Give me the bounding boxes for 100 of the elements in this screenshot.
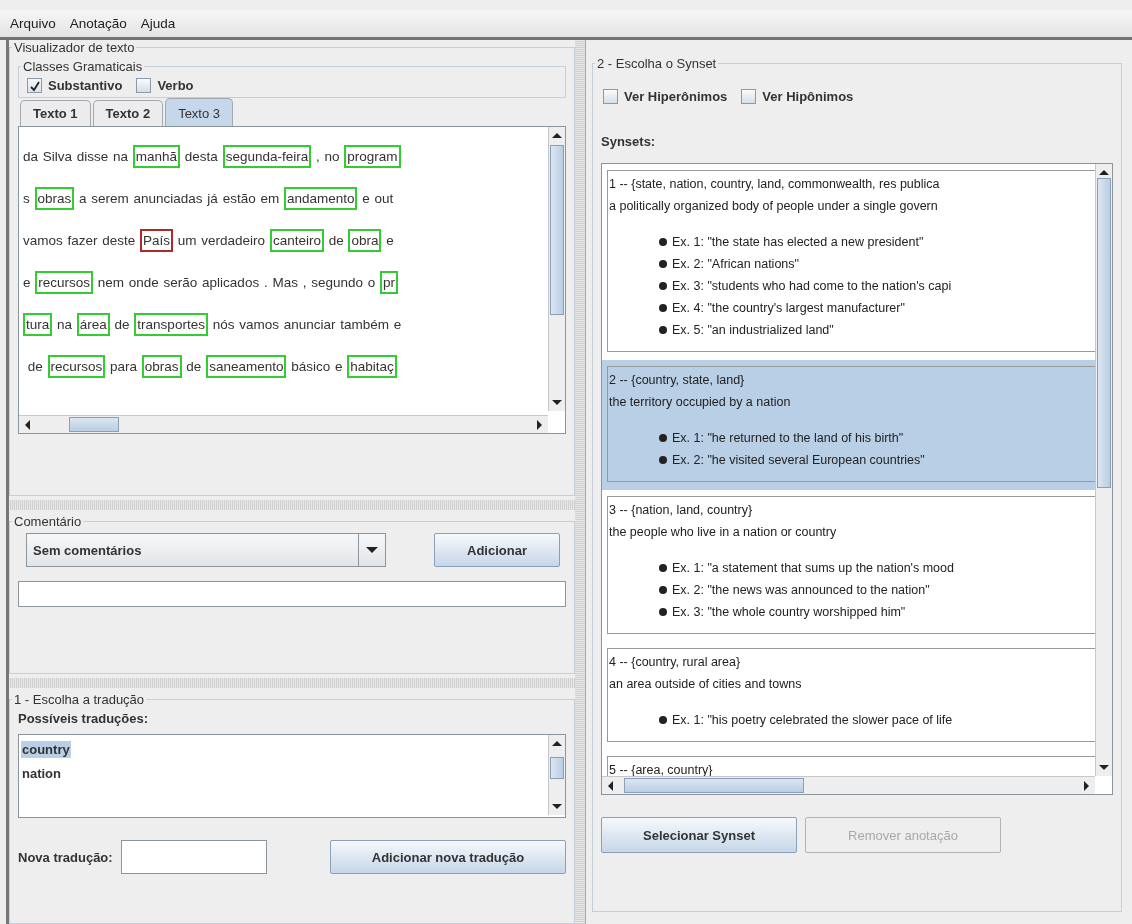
text-span: e [23,274,32,290]
tab[interactable]: Texto 3 [165,98,234,126]
text-span: nem onde serão aplicados . Mas , segundo o [96,274,377,290]
text-span: da Silva disse na [23,148,130,164]
tagged-word[interactable]: área [76,312,110,336]
example-text: Ex. 5: "an industrialized land" [672,323,834,337]
synset-card[interactable] [607,496,1095,634]
scroll-thumb[interactable] [550,757,564,779]
tagged-word[interactable]: recursos [35,270,94,294]
group-title: Classes Gramaticais [22,59,144,74]
example-text: Ex. 3: "the whole country worshipped him" [672,605,906,619]
synset-heading: 2 -- {country, state, land} [609,372,746,389]
text-span: nós vamos anunciar também e [211,316,402,332]
menu-item[interactable]: Anotação [69,16,127,31]
tab[interactable]: Texto 2 [92,100,164,126]
text-span: de [185,358,203,374]
tagged-word[interactable]: habitaç [347,354,397,378]
translation-field[interactable] [120,840,267,874]
tagged-word[interactable]: obra [348,228,382,252]
checkbox[interactable] [136,78,152,93]
scroll-down-icon[interactable] [552,400,562,405]
checkbox[interactable] [741,89,757,104]
add-translation-button[interactable]: Adicionar nova tradução [330,840,566,874]
action-button[interactable]: Selecionar Synset [601,817,797,853]
synset-card[interactable] [607,170,1095,352]
field-label: Nova tradução: [18,849,113,865]
checkbox-label[interactable]: Ver Hipônimos [762,89,854,104]
synset-gloss: an area outside of cities and towns [609,676,803,693]
bullet-icon [659,608,667,616]
bullet-icon [659,326,667,334]
checkbox[interactable] [603,89,618,104]
add-button[interactable]: Adicionar [434,533,560,567]
vertical-scrollbar[interactable] [1095,164,1112,776]
synset-gloss: the people who live in a nation or country [609,524,838,541]
horizontal-scrollbar[interactable] [19,415,548,433]
menu-item[interactable]: Arquivo [10,16,56,31]
list-label: Possíveis traduções: [18,711,150,726]
tagged-word[interactable]: obras [141,354,182,378]
synset-heading: 3 -- {nation, land, country} [609,502,754,519]
group-title: 1 - Escolha a tradução [13,692,146,707]
scroll-thumb[interactable] [550,145,564,315]
tagged-word[interactable]: transportes [134,312,208,336]
comment-dropdown[interactable]: Sem comentários [26,533,386,567]
comment-field[interactable] [18,581,566,607]
checkbox-label[interactable]: Verbo [157,78,194,93]
menu-item[interactable]: Ajuda [140,16,176,31]
checkbox-label[interactable]: Ver Hiperônimos [624,89,728,104]
group-title: Visualizador de texto [13,40,136,55]
synset-card[interactable]: 2 -- {country, state, land} the territory occupied by a nation Ex. 1: "he returned to the land of his birth" Ex. 2: "he visited several European countries" [607,366,1095,482]
scroll-right-icon[interactable] [1084,781,1089,791]
text-span: de [327,232,345,248]
tagged-word[interactable]: andamento [283,186,358,210]
dropdown-caret-icon [366,547,378,553]
synset-card[interactable]: 4 -- {country, rural area} an area outside of cities and towns Ex. 1: "his poetry celebrated the slower pace of life [607,648,1095,742]
scroll-down-icon[interactable] [552,804,562,809]
tagged-word[interactable]: program [344,144,401,168]
synset-heading: 1 -- {state, nation, country, land, commonwealth, res publica [609,176,941,193]
tagged-word[interactable]: pr [379,270,398,294]
tagged-word[interactable]: obras [34,186,75,210]
text-span: desta [183,148,219,164]
synset-gloss: the territory occupied by a nation [609,394,792,411]
scroll-thumb[interactable] [1097,178,1111,488]
bullet-icon [659,456,667,464]
scroll-thumb[interactable] [624,778,804,793]
scroll-down-icon[interactable] [1099,765,1109,770]
vertical-scrollbar[interactable] [548,735,565,815]
checkbox-label[interactable]: Substantivo [48,78,123,93]
example-text: Ex. 4: "the country's largest manufacturer" [672,301,905,315]
tagged-word[interactable]: tura [23,312,53,336]
tagged-word[interactable]: manhã [132,144,181,168]
scroll-thumb[interactable] [69,417,119,432]
text-span: na [56,316,74,332]
list-item[interactable]: country [21,740,71,758]
bullet-icon [659,586,667,594]
tagged-word[interactable]: recursos [47,354,106,378]
tagged-word[interactable]: segunda-feira [222,144,312,168]
scroll-right-icon[interactable] [537,420,542,430]
tab[interactable]: Texto 1 [20,100,91,126]
bullet-icon [659,260,667,268]
tagged-word[interactable]: canteiro [269,228,324,252]
example-text: Ex. 1: "a statement that sums up the nation's mood [672,561,954,575]
scroll-up-icon[interactable] [552,133,562,138]
scroll-up-icon[interactable] [552,741,562,746]
tagged-word[interactable]: País [140,228,174,252]
synset-card[interactable]: 5 -- {area, country} [607,756,1095,776]
example-text: Ex. 2: "he visited several European countries" [672,453,925,467]
scroll-left-icon[interactable] [25,420,30,430]
example-text: Ex. 2: "African nations" [672,257,799,271]
example-text: Ex. 1: "he returned to the land of his birth" [672,431,904,445]
vertical-scrollbar[interactable] [548,127,565,411]
checkbox[interactable] [27,78,42,93]
synset-heading: 4 -- {country, rural area} [609,654,742,671]
group-title: 2 - Escolha o Synset [596,56,718,71]
tagged-word[interactable]: saneamento [206,354,287,378]
list-item[interactable]: nation [21,764,62,782]
text-span: de [113,316,131,332]
example-text: Ex. 1: "the state has elected a new president" [672,235,924,249]
horizontal-scrollbar[interactable] [602,776,1095,794]
scroll-left-icon[interactable] [608,781,613,791]
text-span: para [109,358,139,374]
